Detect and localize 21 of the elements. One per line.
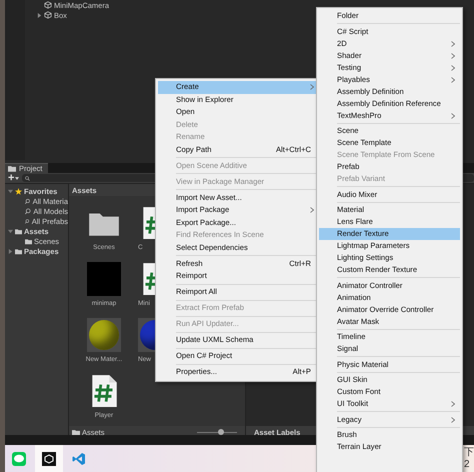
- search-icon: [25, 218, 30, 224]
- star-icon: [15, 188, 22, 194]
- cube-icon: [44, 11, 52, 19]
- search-icon: [25, 176, 30, 180]
- caret-icon: [15, 176, 20, 180]
- texture-thumbnail[interactable]: [87, 262, 121, 296]
- add-button[interactable]: +: [8, 173, 20, 183]
- material-thumbnail[interactable]: [87, 318, 121, 352]
- clock-text: 下: [464, 446, 474, 458]
- expand-arrow-icon[interactable]: [8, 228, 13, 234]
- search-icon: [25, 198, 31, 204]
- code-editor-icon: [72, 452, 86, 466]
- expand-arrow-icon[interactable]: [8, 188, 13, 194]
- search-icon: [25, 208, 32, 214]
- cube-icon: [44, 1, 52, 9]
- expand-arrow-icon[interactable]: [37, 12, 42, 18]
- clock-text: 2: [464, 458, 471, 470]
- expand-arrow-icon[interactable]: [8, 248, 13, 254]
- taskbar-app[interactable]: [35, 445, 63, 472]
- chat-bubble-icon: [12, 452, 26, 466]
- cube-icon: [42, 452, 56, 466]
